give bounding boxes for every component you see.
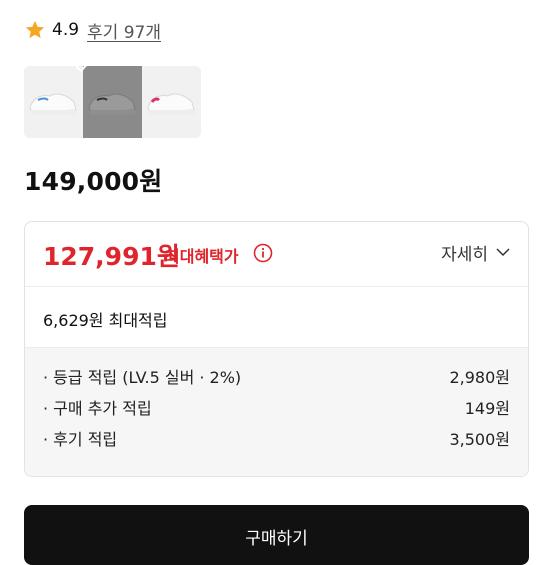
max-benefit-label: 최대혜택가 xyxy=(165,247,239,266)
color-swatches xyxy=(24,66,201,138)
check-icon xyxy=(75,66,87,73)
sale-price-row: 127,991원 최대혜택가 자세히 xyxy=(25,222,528,287)
points-row: · 후기 적립 3,500원 xyxy=(25,422,528,453)
price-benefit-box: 127,991원 최대혜택가 자세히 6,629원 최대적립 · 등급 적립 (… xyxy=(24,221,529,477)
points-total-row: 6,629원 최대적립 xyxy=(25,287,528,348)
swatch-white-pink[interactable] xyxy=(142,66,201,138)
star-icon xyxy=(25,20,45,39)
points-breakdown: · 등급 적립 (LV.5 실버 · 2%) 2,980원 · 구매 추가 적립… xyxy=(25,348,528,476)
buy-button[interactable]: 구매하기 xyxy=(24,505,529,565)
chevron-down-icon xyxy=(496,248,510,257)
buy-button-label: 구매하기 xyxy=(245,529,308,549)
points-row-label: · 후기 적립 xyxy=(43,429,118,449)
points-row-value: 149원 xyxy=(464,398,510,418)
swatch-white-black[interactable] xyxy=(75,66,142,138)
points-row-value: 3,500원 xyxy=(449,429,510,449)
original-price: 149,000원 xyxy=(24,167,163,196)
points-row-label: · 구매 추가 적립 xyxy=(43,398,152,418)
points-row-value: 2,980원 xyxy=(449,367,510,387)
swatch-white-blue[interactable] xyxy=(24,66,83,138)
points-row-label: · 등급 적립 (LV.5 실버 · 2%) xyxy=(43,367,242,387)
info-icon[interactable] xyxy=(253,243,273,263)
detail-button-label: 자세히 xyxy=(441,245,488,265)
detail-button[interactable]: 자세히 xyxy=(441,240,510,265)
points-total: 6,629원 최대적립 xyxy=(43,311,168,330)
review-count-link[interactable]: 후기 97개 xyxy=(87,18,161,43)
points-row: · 등급 적립 (LV.5 실버 · 2%) 2,980원 xyxy=(25,360,528,391)
sale-price: 127,991원 xyxy=(43,242,180,271)
points-row: · 구매 추가 적립 149원 xyxy=(25,391,528,422)
rating-row: 4.9 후기 97개 xyxy=(24,16,161,44)
sneaker-white-black-image xyxy=(88,93,136,115)
sneaker-white-blue-image xyxy=(29,93,77,115)
sneaker-white-pink-image xyxy=(147,93,195,115)
rating-value: 4.9 xyxy=(52,20,80,40)
